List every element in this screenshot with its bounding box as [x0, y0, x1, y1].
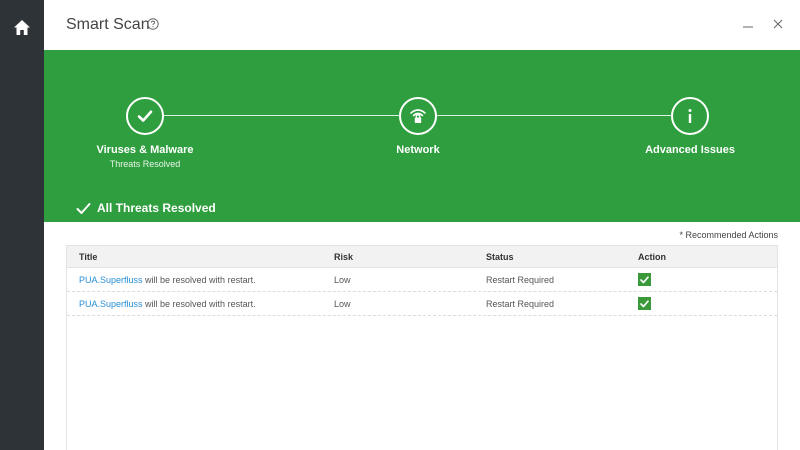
threat-cell: PUA.Superfluss will be resolved with res…: [67, 299, 323, 309]
action-cell: [627, 297, 777, 310]
all-resolved-status: All Threats Resolved: [76, 201, 216, 215]
action-cell: [627, 273, 777, 286]
help-icon[interactable]: [147, 18, 159, 30]
check-icon: [76, 202, 91, 214]
action-checkbox[interactable]: [638, 273, 651, 286]
table-row: PUA.Superfluss will be resolved with res…: [67, 292, 777, 316]
home-button[interactable]: [0, 10, 44, 44]
step-label-viruses: Viruses & Malware: [96, 144, 194, 156]
sidebar: [0, 0, 44, 450]
header-status: Status: [486, 251, 514, 262]
risk-cell: Low: [334, 298, 351, 309]
table-header: Title Risk Status Action: [67, 246, 777, 268]
status-cell: Restart Required: [486, 298, 555, 309]
step-label-advanced: Advanced Issues: [645, 144, 735, 156]
threat-link[interactable]: PUA.Superfluss: [79, 299, 143, 309]
scan-progress-banner: Viruses & Malware Threats Resolved Netwo…: [44, 50, 800, 222]
minimize-icon: [743, 26, 753, 28]
status-cell: Restart Required: [486, 274, 555, 285]
info-icon: [688, 109, 692, 123]
step-circle-network: [399, 97, 437, 135]
all-resolved-text: All Threats Resolved: [97, 201, 216, 215]
close-icon: [773, 19, 783, 29]
window-title: Smart Scan: [66, 16, 150, 33]
step-label-network: Network: [396, 144, 440, 156]
wifi-lock-icon: [410, 109, 426, 123]
step-circle-viruses: [126, 97, 164, 135]
checkmark-icon: [640, 275, 649, 283]
threat-description: will be resolved with restart.: [142, 274, 256, 285]
table-row: PUA.Superfluss will be resolved with res…: [67, 268, 777, 292]
checkmark-icon: [640, 299, 649, 307]
header-title: Title: [79, 251, 98, 262]
recommended-actions-note: * Recommended Actions: [679, 230, 778, 240]
check-icon: [137, 110, 153, 122]
threat-cell: PUA.Superfluss will be resolved with res…: [67, 275, 323, 285]
threat-description: will be resolved with restart.: [142, 298, 256, 309]
step-sublabel-viruses: Threats Resolved: [109, 159, 181, 169]
home-icon: [14, 19, 30, 35]
title-bar: Smart Scan: [44, 0, 800, 50]
minimize-button[interactable]: [738, 14, 758, 34]
step-circle-advanced: [671, 97, 709, 135]
action-checkbox[interactable]: [638, 297, 651, 310]
risk-cell: Low: [334, 274, 351, 285]
header-risk: Risk: [334, 251, 354, 262]
threats-table: Title Risk Status Action PUA.Superfluss …: [66, 245, 778, 450]
header-action: Action: [638, 251, 666, 262]
close-button[interactable]: [768, 14, 788, 34]
threat-link[interactable]: PUA.Superfluss: [79, 275, 143, 285]
